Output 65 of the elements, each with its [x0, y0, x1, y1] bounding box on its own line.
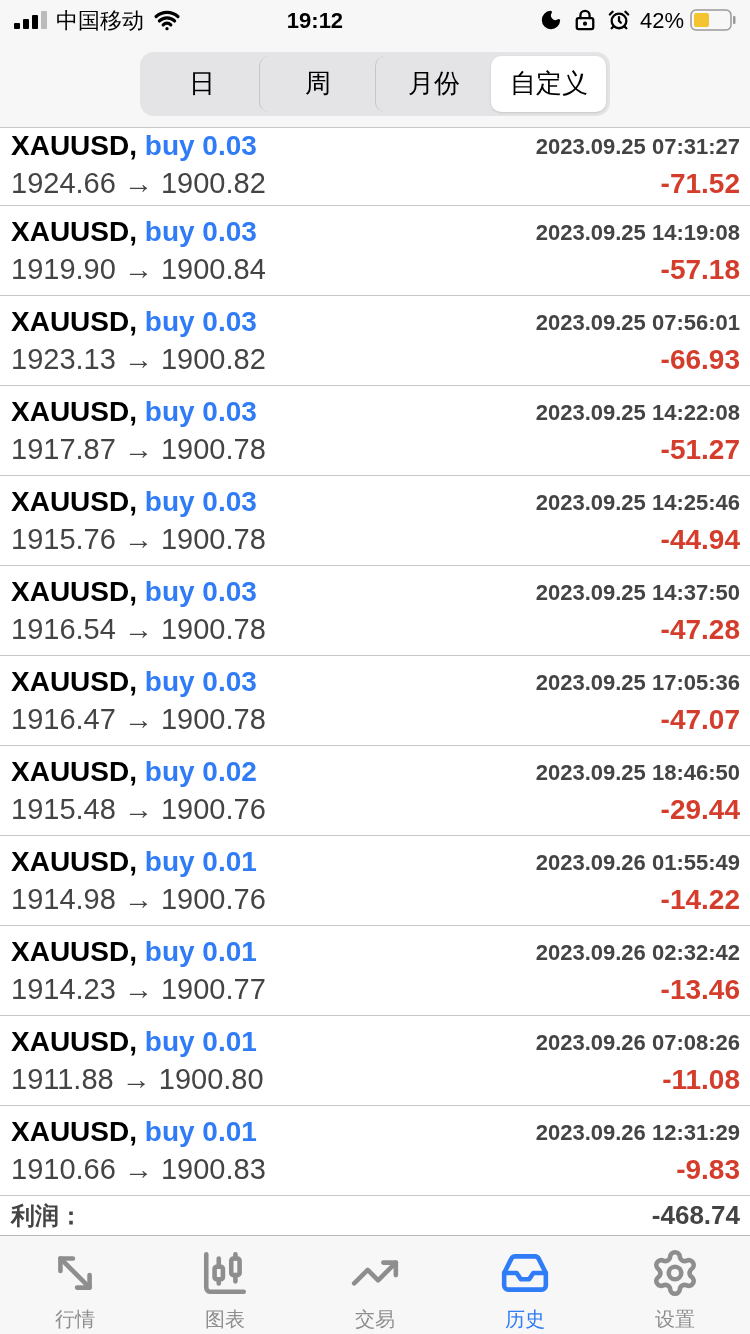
trade-profit: -66.93 [660, 343, 740, 377]
battery-percent: 42% [639, 6, 684, 35]
trade-time: 2023.09.25 17:05:36 [535, 668, 740, 697]
carrier-name: 中国移动 [56, 6, 144, 35]
trade-title: XAUUSD, buy 0.03 [11, 575, 257, 609]
price-range: 1915.76 → 1900.78 [11, 522, 266, 558]
trade-title: XAUUSD, buy 0.03 [11, 305, 257, 339]
trade-time: 2023.09.25 14:25:46 [535, 488, 740, 517]
price-range: 1924.66 → 1900.82 [11, 166, 266, 202]
trade-profit: -11.08 [662, 1063, 740, 1097]
trade-time: 2023.09.25 07:31:27 [535, 132, 740, 161]
trade-title: XAUUSD, buy 0.03 [11, 395, 257, 429]
trade-title: XAUUSD, buy 0.03 [11, 485, 257, 519]
trade-profit: -51.27 [660, 433, 740, 467]
trade-profit: -9.83 [676, 1153, 740, 1187]
trade-profit: -44.94 [660, 523, 740, 557]
trade-time: 2023.09.26 12:31:29 [535, 1118, 740, 1147]
tab-bar-item[interactable]: 设置 [600, 1236, 750, 1334]
trade-profit: -13.46 [660, 973, 740, 1007]
trade-profit: -71.52 [660, 167, 740, 201]
profit-label: 利润： [11, 1200, 83, 1231]
price-range: 1923.13 → 1900.82 [11, 342, 266, 378]
tab-bar-item[interactable]: 历史 [450, 1236, 600, 1334]
alarm-icon [607, 9, 630, 31]
trade-profit: -14.22 [660, 883, 740, 917]
tab-bar-item[interactable]: 图表 [150, 1236, 300, 1334]
trade-title: XAUUSD, buy 0.03 [11, 215, 257, 249]
trade-time: 2023.09.25 18:46:50 [535, 758, 740, 787]
battery-icon [690, 9, 736, 31]
trade-title: XAUUSD, buy 0.02 [11, 755, 257, 789]
signal-icon [14, 11, 48, 29]
trade-time: 2023.09.25 14:22:08 [535, 398, 740, 427]
price-range: 1916.54 → 1900.78 [11, 612, 266, 648]
trade-profit: -47.07 [660, 703, 740, 737]
price-range: 1911.88 → 1900.80 [11, 1062, 264, 1098]
price-range: 1919.90 → 1900.84 [11, 252, 266, 288]
price-range: 1917.87 → 1900.78 [11, 432, 266, 468]
trade-title: XAUUSD, buy 0.01 [11, 935, 257, 969]
trade-time: 2023.09.25 14:37:50 [535, 578, 740, 607]
trade-title: XAUUSD, buy 0.03 [11, 665, 257, 699]
tab-bar-item[interactable]: 行情 [0, 1236, 150, 1334]
clock-time: 19:12 [285, 6, 345, 35]
trade-time: 2023.09.25 07:56:01 [535, 308, 740, 337]
price-range: 1914.23 → 1900.77 [11, 972, 266, 1008]
profit-total: -468.74 [651, 1199, 740, 1232]
trade-time: 2023.09.26 02:32:42 [535, 938, 740, 967]
trade-title: XAUUSD, buy 0.01 [11, 1025, 257, 1059]
period-tab[interactable]: 周 [259, 55, 375, 112]
moon-icon [539, 9, 562, 31]
trade-title: XAUUSD, buy 0.03 [11, 129, 257, 163]
trade-time: 2023.09.25 14:19:08 [535, 218, 740, 247]
trade-title: XAUUSD, buy 0.01 [11, 845, 257, 879]
trade-profit: -47.28 [660, 613, 740, 647]
trade-profit: -29.44 [660, 793, 740, 827]
price-range: 1916.47 → 1900.78 [11, 702, 266, 738]
trade-profit: -57.18 [660, 253, 740, 287]
period-tab[interactable]: 自定义 [491, 55, 606, 112]
tab-bar-item[interactable]: 交易 [300, 1236, 450, 1334]
trade-title: XAUUSD, buy 0.01 [11, 1115, 257, 1149]
period-tab[interactable]: 日 [144, 55, 259, 112]
trade-time: 2023.09.26 07:08:26 [535, 1028, 740, 1057]
trade-time: 2023.09.26 01:55:49 [535, 848, 740, 877]
price-range: 1914.98 → 1900.76 [11, 882, 266, 918]
price-range: 1910.66 → 1900.83 [11, 1152, 266, 1188]
price-range: 1915.48 → 1900.76 [11, 792, 266, 828]
